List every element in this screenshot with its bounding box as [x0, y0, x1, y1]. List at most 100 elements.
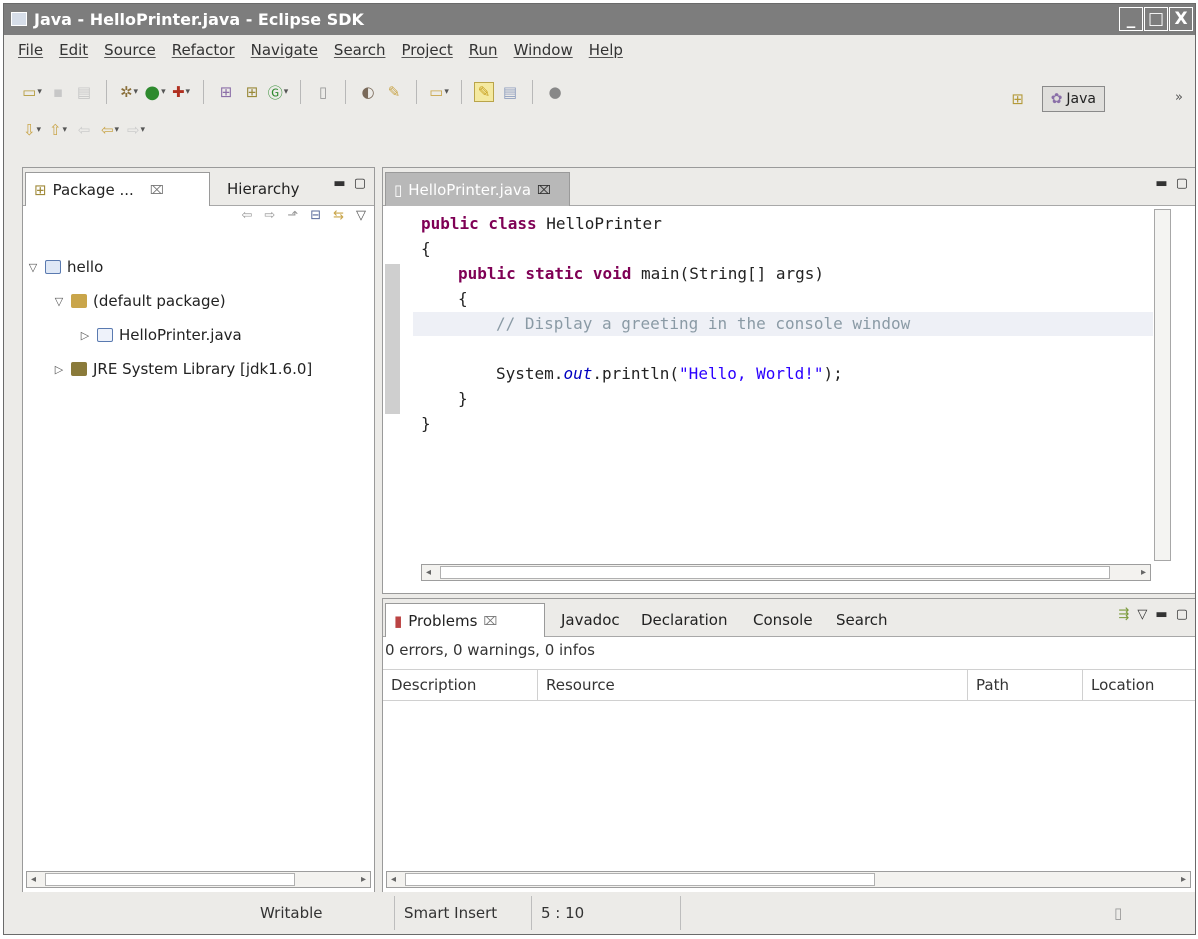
menu-file[interactable]: File: [18, 41, 43, 59]
close-tab-icon[interactable]: ⌧: [150, 183, 164, 197]
code-line: System.out.println("Hello, World!");: [496, 364, 843, 383]
maximize-editor-icon[interactable]: ▢: [1176, 176, 1188, 191]
menu-run[interactable]: Run: [469, 41, 498, 59]
minimize-view-icon[interactable]: ▬: [1155, 607, 1167, 622]
debug-icon[interactable]: ✲: [119, 82, 139, 102]
back-icon[interactable]: ⇦: [100, 120, 120, 140]
filter-icon[interactable]: ⇶: [1119, 607, 1130, 622]
editor-horizontal-scrollbar[interactable]: ◂ ▸: [421, 564, 1151, 581]
tab-search[interactable]: Search: [828, 603, 896, 637]
menu-project[interactable]: Project: [401, 41, 452, 59]
run-icon[interactable]: ●: [144, 82, 165, 103]
back-nav-icon[interactable]: ⇦: [242, 208, 253, 223]
tab-console[interactable]: Console: [745, 603, 821, 637]
search-icon[interactable]: ✎: [384, 82, 404, 102]
close-tab-icon[interactable]: ⌧: [483, 614, 497, 628]
java-file-icon: [97, 328, 113, 342]
main-toolbar: ▭ ▪ ▤ ✲ ● ✚ ⊞ ⊞ Ⓖ ▯ ◐ ✎ ▭ ✎ ▤ ● ⇩ ⇧: [4, 66, 1195, 162]
up-nav-icon[interactable]: ⬏: [287, 208, 298, 223]
minimize-editor-icon[interactable]: ▬: [1155, 176, 1167, 191]
code-line: }: [458, 389, 468, 408]
close-button[interactable]: X: [1169, 7, 1193, 31]
tree-item-hello[interactable]: ▽ hello: [23, 250, 374, 284]
package-explorer-icon: ⊞: [34, 180, 47, 199]
save-icon[interactable]: ▪: [48, 82, 68, 102]
view-menu-icon[interactable]: ▽: [1137, 607, 1147, 622]
open-task-icon[interactable]: ◐: [358, 82, 378, 102]
tab-helloprinter-java[interactable]: ▯ HelloPrinter.java ⌧: [385, 172, 570, 206]
code-line: {: [458, 289, 468, 308]
tab-problems-label: Problems: [408, 611, 478, 630]
tab-hierarchy[interactable]: Hierarchy: [219, 172, 308, 206]
menu-refactor[interactable]: Refactor: [172, 41, 235, 59]
previous-annotation-icon[interactable]: ⇧: [48, 120, 68, 140]
status-cursor-position: 5 : 10: [541, 904, 585, 922]
package-explorer-view: ⊞ Package ... ⌧ Hierarchy ▬ ▢ ⇦ ⇨ ⬏ ⊟ ⇆ …: [22, 167, 375, 894]
forward-nav-icon[interactable]: ⇨: [264, 208, 275, 223]
tab-javadoc[interactable]: Javadoc: [553, 603, 628, 637]
title-bar: Java - HelloPrinter.java - Eclipse SDK _…: [4, 4, 1195, 35]
minimize-button[interactable]: _: [1119, 7, 1143, 31]
problems-horizontal-scrollbar[interactable]: ◂ ▸: [386, 871, 1191, 888]
tab-hierarchy-label: Hierarchy: [227, 180, 300, 198]
menu-edit[interactable]: Edit: [59, 41, 88, 59]
toggle-mark-occurrences-icon[interactable]: ✎: [474, 82, 494, 102]
menu-help[interactable]: Help: [589, 41, 623, 59]
forward-icon[interactable]: ⇨: [126, 120, 146, 140]
editor-view: ▯ HelloPrinter.java ⌧ ▬ ▢ public class H…: [382, 167, 1195, 594]
java-file-icon: ▯: [394, 180, 403, 199]
menu-window[interactable]: Window: [514, 41, 573, 59]
menu-search[interactable]: Search: [334, 41, 386, 59]
open-perspective-icon[interactable]: ⊞: [1008, 89, 1028, 109]
new-icon[interactable]: ▭: [22, 82, 42, 102]
tree-label: HelloPrinter.java: [119, 326, 242, 344]
column-header-resource[interactable]: Resource: [538, 670, 968, 700]
globe-icon[interactable]: ●: [545, 82, 565, 102]
view-menu-icon[interactable]: ▽: [356, 208, 366, 223]
show-whitespace-icon[interactable]: ▤: [500, 82, 520, 102]
tab-problems[interactable]: ▮ Problems ⌧: [385, 603, 545, 637]
project-icon: [45, 260, 61, 274]
editor-vertical-scrollbar[interactable]: [1154, 209, 1171, 561]
close-editor-icon[interactable]: ⌧: [537, 183, 551, 197]
new-java-project-icon[interactable]: ⊞: [216, 82, 236, 102]
tab-package-explorer[interactable]: ⊞ Package ... ⌧: [25, 172, 210, 206]
link-with-editor-icon[interactable]: ⇆: [333, 208, 344, 223]
open-folder-icon[interactable]: ▭: [429, 82, 449, 102]
collapsed-twisty-icon[interactable]: ▷: [79, 329, 91, 342]
maximize-button[interactable]: □: [1144, 7, 1168, 31]
new-package-icon[interactable]: ⊞: [242, 82, 262, 102]
maximize-view-icon[interactable]: ▢: [354, 176, 366, 191]
toolbar-overflow-icon[interactable]: »: [1175, 90, 1183, 105]
menu-source[interactable]: Source: [104, 41, 156, 59]
maximize-view-icon[interactable]: ▢: [1176, 607, 1188, 622]
expanded-twisty-icon[interactable]: ▽: [27, 261, 39, 274]
next-annotation-icon[interactable]: ⇩: [22, 120, 42, 140]
column-header-path[interactable]: Path: [968, 670, 1083, 700]
open-type-icon[interactable]: ▯: [313, 82, 333, 102]
tree-item-jre-library[interactable]: ▷ JRE System Library [jdk1.6.0]: [23, 352, 374, 386]
minimize-view-icon[interactable]: ▬: [333, 176, 345, 191]
java-perspective-button[interactable]: ✿ Java: [1041, 86, 1105, 112]
expanded-twisty-icon[interactable]: ▽: [53, 295, 65, 308]
status-bar: Writable Smart Insert 5 : 10 ▯: [4, 892, 1195, 934]
last-edit-icon[interactable]: ⇦: [74, 120, 94, 140]
column-header-description[interactable]: Description: [383, 670, 538, 700]
menu-navigate[interactable]: Navigate: [251, 41, 318, 59]
editor-tab-label: HelloPrinter.java: [408, 180, 532, 199]
collapse-all-icon[interactable]: ⊟: [310, 208, 321, 223]
column-header-location[interactable]: Location: [1083, 670, 1195, 700]
code-line: public class HelloPrinter: [421, 214, 662, 233]
new-class-icon[interactable]: Ⓖ: [268, 82, 288, 102]
tree-item-helloprinter[interactable]: ▷ HelloPrinter.java: [23, 318, 374, 352]
tree-label: hello: [67, 258, 104, 276]
problems-icon: ▮: [394, 611, 403, 630]
print-icon[interactable]: ▤: [74, 82, 94, 102]
tab-declaration[interactable]: Declaration: [633, 603, 735, 637]
tree-item-default-package[interactable]: ▽ (default package): [23, 284, 374, 318]
external-tools-icon[interactable]: ✚: [171, 82, 191, 102]
horizontal-scrollbar[interactable]: ◂ ▸: [26, 871, 371, 888]
collapsed-twisty-icon[interactable]: ▷: [53, 363, 65, 376]
status-trim-icon[interactable]: ▯: [1114, 892, 1122, 934]
code-area[interactable]: public class HelloPrinter { public stati…: [413, 209, 1153, 561]
